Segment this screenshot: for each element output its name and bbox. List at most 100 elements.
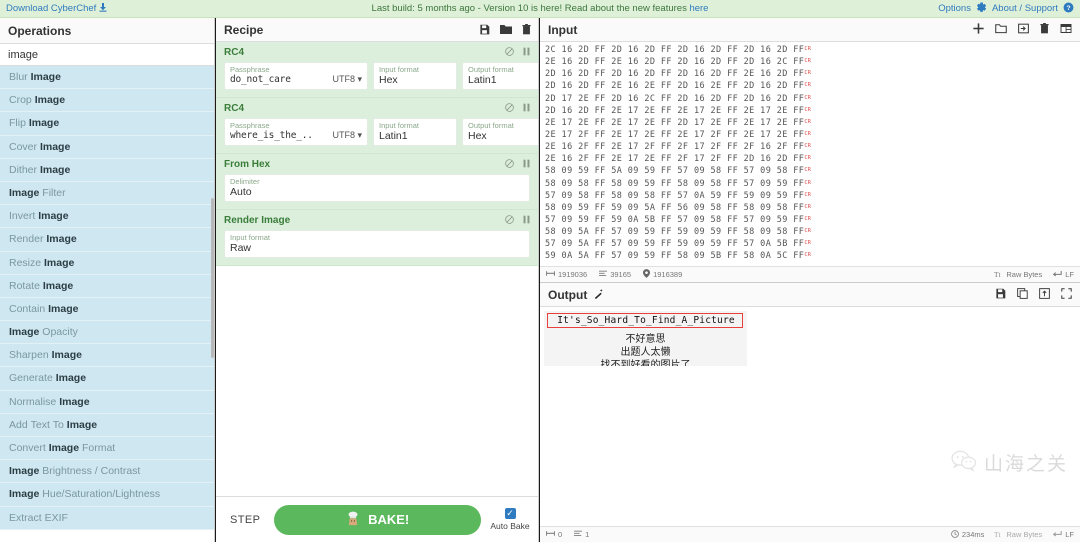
operation-item[interactable]: Add Text To Image <box>0 413 214 437</box>
save-icon[interactable] <box>995 288 1006 302</box>
recipe-arg-row: Input format Raw <box>224 230 530 258</box>
recipe-op-icons <box>505 159 530 171</box>
operations-list: Blur Image Crop Image Flip Image Cover Imag… <box>0 66 214 530</box>
operation-label: Image Filter <box>9 186 66 199</box>
input-hex-area[interactable]: 2C 16 2D FF 2D 16 2D FF 2D 16 2D FF 2D 1… <box>540 42 1080 264</box>
hex-bytes: 2E 16 2F FF 2E 17 2E FF 2F 17 2F FF 2D 1… <box>545 154 805 165</box>
folder-icon[interactable] <box>500 24 512 35</box>
gear-icon[interactable] <box>976 2 987 16</box>
arg-select[interactable]: Output format Latin1 <box>462 62 538 90</box>
lines-icon <box>599 270 608 279</box>
hex-bytes: 2E 17 2F FF 2E 17 2E FF 2E 17 2F FF 2E 1… <box>545 130 805 141</box>
input-lineending: LF <box>1065 270 1074 279</box>
operation-item[interactable]: Cover Image <box>0 135 214 159</box>
cr-marker: CR <box>804 155 811 162</box>
banner-actions: Options About / Support ? <box>938 2 1074 16</box>
breakpoint-icon[interactable] <box>523 215 530 227</box>
auto-bake-toggle[interactable]: ✓ Auto Bake <box>489 508 531 531</box>
operation-item[interactable]: Blur Image <box>0 66 214 90</box>
hex-line: 2E 17 2E FF 2E 17 2E FF 2D 17 2E FF 2E 1… <box>545 117 1080 129</box>
recipe-operation[interactable]: RC4 Passphrase where_is_the_.. UTF8 ▾ Input … <box>216 98 538 154</box>
trash-icon[interactable] <box>522 24 531 35</box>
recipe-operation[interactable]: Render Image Input format Raw <box>216 210 538 266</box>
search-input-wrapper[interactable]: image <box>0 44 214 66</box>
output-lineending-group[interactable]: LF <box>1052 530 1074 539</box>
operation-item[interactable]: Image Filter <box>0 181 214 206</box>
breakpoint-icon[interactable] <box>523 159 530 171</box>
step-button[interactable]: STEP <box>224 510 266 530</box>
input-charenc-group[interactable]: Tt Raw Bytes <box>994 269 1042 280</box>
clock-icon <box>950 529 959 540</box>
replace-input-icon[interactable] <box>1039 287 1050 302</box>
auto-bake-checkbox[interactable]: ✓ <box>504 508 516 519</box>
disable-icon[interactable] <box>505 159 514 171</box>
output-body[interactable]: It's_So_Hard_To_Find_A_Picture 不好意思 出题人太… <box>540 307 1080 524</box>
operations-scrollbar[interactable] <box>211 198 214 358</box>
hex-line: 2E 16 2D FF 2E 16 2D FF 2D 16 2D FF 2D 1… <box>545 56 1080 68</box>
input-lineending-group[interactable]: LF <box>1052 270 1074 279</box>
breakpoint-icon[interactable] <box>523 103 530 115</box>
reset-layout-icon[interactable] <box>1060 23 1072 37</box>
operation-item[interactable]: Dither Image <box>0 158 214 182</box>
operation-item[interactable]: Sharpen Image <box>0 344 214 368</box>
operation-item[interactable]: Normalise Image <box>0 390 214 414</box>
hex-bytes: 58 09 59 FF 59 09 5A FF 56 09 58 FF 58 0… <box>545 202 805 213</box>
rendered-image: It's_So_Hard_To_Find_A_Picture 不好意思 出题人太… <box>544 311 747 366</box>
operation-item[interactable]: Extract EXIF <box>0 506 214 530</box>
cr-marker: CR <box>804 82 811 89</box>
arg-select[interactable]: Output format Hex <box>462 118 538 146</box>
input-lines: 39165 <box>610 270 632 279</box>
operation-item[interactable]: Crop Image <box>0 89 214 113</box>
save-icon[interactable] <box>479 24 490 35</box>
operation-item[interactable]: Flip Image <box>0 112 214 136</box>
operation-label: Extract EXIF <box>9 511 68 524</box>
operation-item[interactable]: Convert Image Format <box>0 437 214 461</box>
copy-icon[interactable] <box>1017 287 1028 302</box>
disable-icon[interactable] <box>505 103 514 115</box>
output-charenc-group[interactable]: Tt Raw Bytes <box>994 529 1042 540</box>
hex-line: 2E 17 2F FF 2E 17 2E FF 2E 17 2F FF 2E 1… <box>545 129 1080 141</box>
open-file-icon[interactable] <box>1018 23 1029 37</box>
clear-icon[interactable] <box>1040 22 1049 37</box>
bake-button[interactable]: BAKE! <box>274 504 481 535</box>
question-circle-icon[interactable]: ? <box>1063 2 1074 16</box>
recipe-arg-row: Passphrase do_not_care UTF8 ▾ Input format H… <box>224 62 538 90</box>
recipe-operation[interactable]: RC4 Passphrase do_not_care UTF8 ▾ Input form… <box>216 42 538 98</box>
hex-bytes: 58 09 5A FF 57 09 59 FF 59 09 59 FF 58 0… <box>545 227 805 238</box>
search-input[interactable]: image <box>8 49 38 61</box>
arg-select[interactable]: Delimiter Auto <box>224 174 530 202</box>
about-support-link[interactable]: About / Support <box>992 3 1058 14</box>
arg-passphrase[interactable]: Passphrase where_is_the_.. UTF8 ▾ <box>224 118 368 146</box>
operation-item[interactable]: Rotate Image <box>0 274 214 298</box>
options-link[interactable]: Options <box>938 3 971 14</box>
open-folder-icon[interactable] <box>995 23 1007 37</box>
add-tab-icon[interactable] <box>973 22 984 37</box>
input-length: 1919036 <box>558 270 588 279</box>
disable-icon[interactable] <box>505 215 514 227</box>
arg-select[interactable]: Input format Latin1 <box>373 118 457 146</box>
cr-marker: CR <box>804 240 811 247</box>
recipe-operation-name: Render Image <box>224 215 291 226</box>
arg-value: do_not_care <box>230 74 291 85</box>
arg-select[interactable]: Input format Raw <box>224 230 530 258</box>
operation-item[interactable]: Resize Image <box>0 251 214 275</box>
new-features-link[interactable]: here <box>689 3 708 14</box>
breakpoint-icon[interactable] <box>523 47 530 59</box>
arg-select[interactable]: Input format Hex <box>373 62 457 90</box>
magic-wand-icon[interactable] <box>593 288 604 302</box>
disable-icon[interactable] <box>505 47 514 59</box>
operation-item[interactable]: Render Image <box>0 228 214 252</box>
operation-item[interactable]: Contain Image <box>0 297 214 322</box>
operation-item[interactable]: Image Brightness / Contrast <box>0 460 214 484</box>
operation-item[interactable]: Invert Image <box>0 205 214 229</box>
operation-item[interactable]: Image Hue/Saturation/Lightness <box>0 483 214 507</box>
recipe-operation-name: RC4 <box>224 47 245 58</box>
arg-passphrase[interactable]: Passphrase do_not_care UTF8 ▾ <box>224 62 368 90</box>
recipe-operation[interactable]: From Hex Delimiter Auto <box>216 154 538 210</box>
arg-encoding-select[interactable]: UTF8 ▾ <box>332 130 362 142</box>
operation-item[interactable]: Image Opacity <box>0 321 214 345</box>
watermark-text: 山海之关 <box>983 453 1068 475</box>
arg-encoding-select[interactable]: UTF8 ▾ <box>332 74 362 86</box>
maximise-icon[interactable] <box>1061 287 1072 302</box>
operation-item[interactable]: Generate Image <box>0 367 214 391</box>
